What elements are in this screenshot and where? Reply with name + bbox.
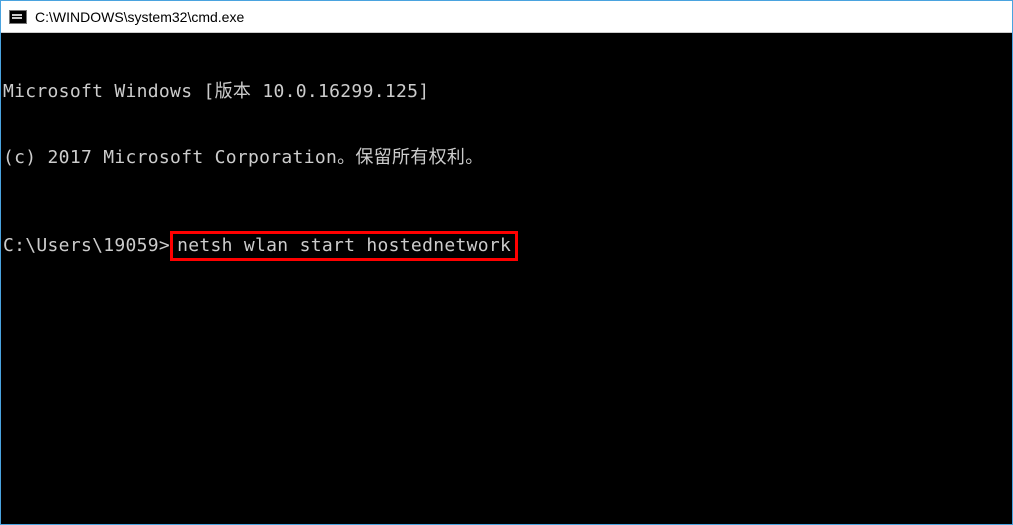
terminal-line-copyright: (c) 2017 Microsoft Corporation。保留所有权利。 (3, 147, 1010, 169)
terminal-command[interactable]: netsh wlan start hostednetwork (177, 235, 511, 256)
terminal-line-version: Microsoft Windows [版本 10.0.16299.125] (3, 81, 1010, 103)
terminal-body[interactable]: Microsoft Windows [版本 10.0.16299.125] (c… (1, 33, 1012, 524)
titlebar[interactable]: C:\WINDOWS\system32\cmd.exe (1, 1, 1012, 33)
cmd-icon (9, 10, 27, 24)
command-highlight: netsh wlan start hostednetwork (170, 231, 518, 261)
prompt-line: C:\Users\19059> netsh wlan start hostedne… (3, 231, 1010, 261)
window-title: C:\WINDOWS\system32\cmd.exe (35, 9, 244, 25)
terminal-prompt: C:\Users\19059> (3, 235, 170, 257)
cmd-window: C:\WINDOWS\system32\cmd.exe Microsoft Wi… (0, 0, 1013, 525)
